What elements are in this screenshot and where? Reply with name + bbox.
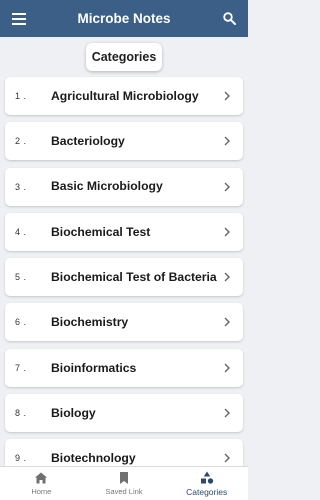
home-icon [35,472,48,484]
chevron-right-icon [224,182,230,192]
chevron-right-icon [224,136,230,146]
item-label: Biochemistry [51,315,129,330]
chevron-right-icon [224,317,230,327]
item-number: 6 . [15,317,27,328]
item-number: 9 . [15,453,27,464]
item-number: 1 . [15,91,27,101]
item-number: 2 . [15,136,27,147]
item-number: 5 . [15,272,27,283]
chevron-right-icon [224,272,230,282]
menu-icon[interactable] [10,10,28,28]
nav-home[interactable]: Home [0,467,83,500]
item-number: 4 . [15,226,27,237]
item-label: Agricultural Microbiology [51,88,199,103]
search-icon[interactable] [220,10,238,28]
item-number: 8 . [15,408,27,419]
bookmark-icon [120,472,128,484]
item-label: Bioinformatics [51,360,137,375]
nav-saved-link-label: Saved Link [105,487,143,496]
app-bar: Microbe Notes [0,0,248,37]
item-label: Basic Microbiology [51,179,163,194]
chevron-right-icon [224,408,230,418]
app-title: Microbe Notes [77,11,171,26]
nav-categories-label: Categories [186,486,228,497]
item-number: 7 . [15,362,27,373]
item-number: 3 . [15,181,27,192]
item-label: Bacteriology [51,134,125,149]
shapes-icon [200,471,213,484]
list-item[interactable]: 5 . Biochemical Test of Bacteria [5,258,243,297]
item-label: Biology [51,405,96,420]
list-item[interactable]: 6 . Biochemistry [5,303,243,342]
list-item[interactable]: 1 . Agricultural Microbiology [5,77,243,115]
nav-home-label: Home [31,487,52,496]
list-item[interactable]: 2 . Bacteriology [5,122,243,161]
list-item[interactable]: 4 . Biochemical Test [5,212,243,251]
chevron-right-icon [224,227,230,237]
item-label: Biochemical Test of Bacteria [51,269,217,284]
category-list: 1 . Agricultural Microbiology 2 . Bacter… [5,77,243,485]
item-label: Biochemical Test [51,224,151,239]
chevron-right-icon [224,91,230,101]
bottom-nav: Home Saved Link Categories [0,466,248,500]
item-label: Biotechnology [51,451,136,466]
list-item[interactable]: 3 . Basic Microbiology [5,167,243,206]
chevron-right-icon [224,363,230,373]
list-item[interactable]: 7 . Bioinformatics [5,348,243,387]
categories-chip: Categories [85,43,163,71]
list-item[interactable]: 8 . Biology [5,394,243,433]
nav-saved-link[interactable]: Saved Link [83,467,166,500]
chevron-right-icon [224,453,230,463]
nav-categories[interactable]: Categories [165,467,248,500]
